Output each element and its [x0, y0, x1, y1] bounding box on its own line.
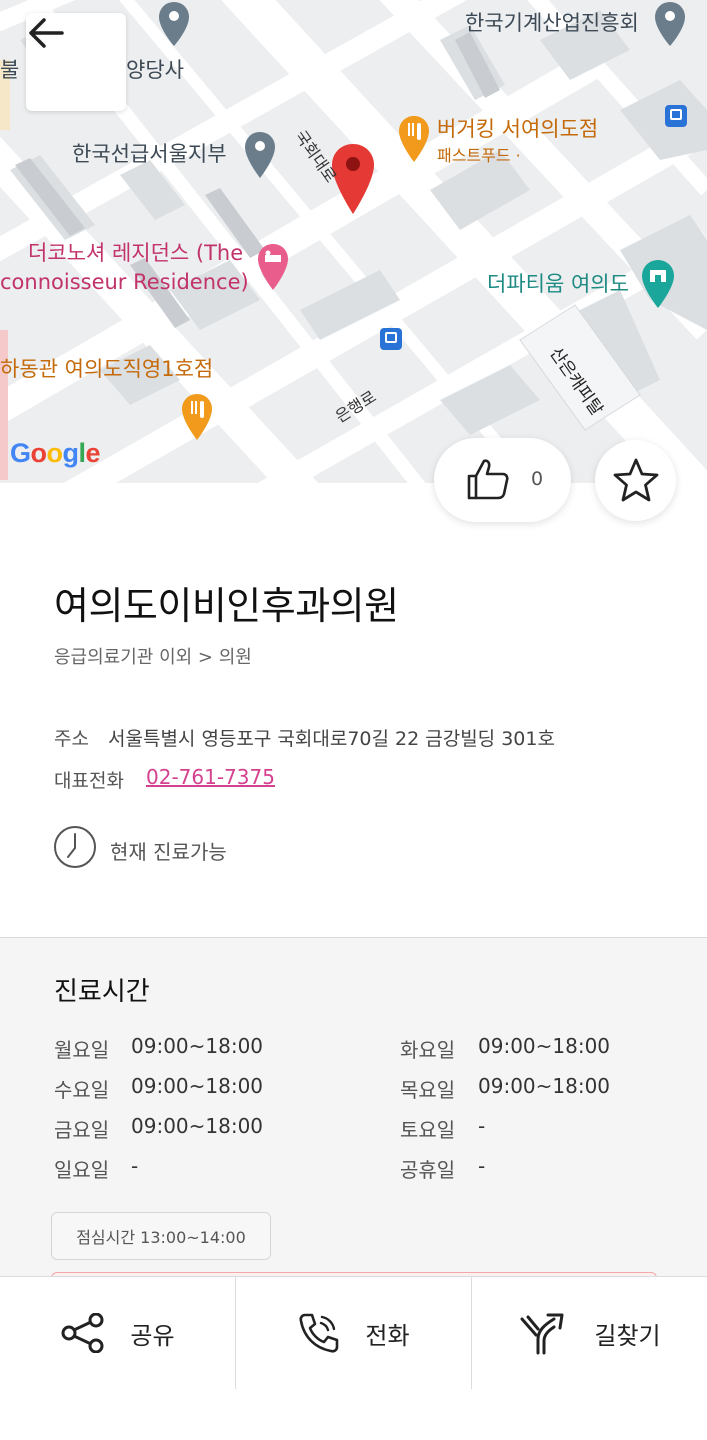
day-hours: 09:00~18:00	[131, 1074, 264, 1098]
landmark-pin-icon	[642, 260, 674, 308]
day-hours: -	[478, 1114, 486, 1138]
map-label: 한국기계산업진흥회	[465, 11, 639, 35]
call-label: 전화	[365, 1321, 410, 1350]
back-button[interactable]	[26, 13, 126, 111]
day-label: 일요일	[54, 1158, 110, 1182]
map-label: 버거킹 서여의도점	[437, 117, 599, 141]
day-label: 월요일	[54, 1038, 110, 1062]
restaurant-pin-icon	[182, 394, 212, 440]
directions-icon	[520, 1313, 564, 1355]
day-label: 화요일	[400, 1038, 456, 1062]
like-count: 0	[531, 468, 544, 490]
address-value: 서울특별시 영등포구 국회대로70길 22 금강빌딩 301호	[108, 728, 555, 750]
phone-link[interactable]: 02-761-7375	[146, 765, 275, 789]
day-hours: -	[478, 1154, 486, 1178]
star-icon	[613, 458, 658, 501]
day-hours: 09:00~18:00	[478, 1034, 611, 1058]
poi-pin-icon	[159, 2, 189, 46]
share-button[interactable]: 공유	[0, 1277, 236, 1389]
call-button[interactable]: 전화	[236, 1277, 472, 1389]
hotel-pin-icon	[258, 244, 288, 290]
map-label: connoisseur Residence)	[0, 270, 249, 294]
map-label: 패스트푸드 ·	[437, 146, 521, 165]
location-marker-icon	[332, 144, 374, 214]
bus-stop-icon	[665, 105, 687, 127]
phone-icon	[299, 1313, 339, 1353]
address-label: 주소	[54, 728, 89, 750]
map-label: 한국선급서울지부	[72, 142, 227, 166]
bus-stop-icon	[380, 328, 402, 350]
google-logo: Google	[10, 438, 101, 468]
day-hours: 09:00~18:00	[478, 1074, 611, 1098]
day-label: 토요일	[400, 1118, 456, 1142]
map-label: 양당사	[126, 58, 184, 82]
directions-label: 길찾기	[594, 1321, 661, 1350]
lunch-badge: 점심시간 13:00~14:00	[51, 1212, 271, 1260]
day-label: 목요일	[400, 1078, 456, 1102]
map-label: 불	[0, 58, 20, 82]
day-hours: -	[131, 1154, 139, 1178]
clock-icon	[54, 826, 96, 868]
day-hours: 09:00~18:00	[131, 1034, 264, 1058]
place-title: 여의도이비인후과의원	[54, 584, 399, 628]
map-view[interactable]: 한국기계산업진흥회 양당사 불 버거킹 서여의도점 패스트푸드 · 한국선급서울…	[0, 0, 707, 483]
day-label: 금요일	[54, 1118, 110, 1142]
poi-pin-icon	[245, 132, 275, 178]
phone-label: 대표전화	[54, 770, 124, 792]
hours-title: 진료시간	[54, 977, 150, 1007]
directions-button[interactable]: 길찾기	[472, 1277, 707, 1389]
poi-pin-icon	[655, 2, 685, 46]
map-label: 하동관 여의도직영1호점	[0, 357, 214, 381]
day-label: 공휴일	[400, 1158, 456, 1182]
arrow-left-icon	[29, 18, 64, 48]
bottom-action-bar: 공유 전화 길찾기	[0, 1276, 707, 1389]
hours-section: 진료시간 월요일 09:00~18:00 화요일 09:00~18:00 수요일…	[0, 937, 707, 1281]
favorite-button[interactable]	[595, 440, 676, 521]
day-hours: 09:00~18:00	[131, 1114, 264, 1138]
share-icon	[61, 1313, 104, 1353]
restaurant-pin-icon	[399, 116, 429, 162]
map-label: 더코노셔 레지던스 (The	[28, 241, 244, 265]
place-category: 응급의료기관 이외 > 의원	[54, 647, 252, 668]
thumbs-up-icon	[467, 459, 509, 500]
open-status: 현재 진료가능	[110, 840, 227, 864]
like-button[interactable]: 0	[434, 438, 571, 522]
map-label: 더파티움 여의도	[487, 272, 629, 296]
share-label: 공유	[130, 1321, 175, 1350]
day-label: 수요일	[54, 1078, 110, 1102]
